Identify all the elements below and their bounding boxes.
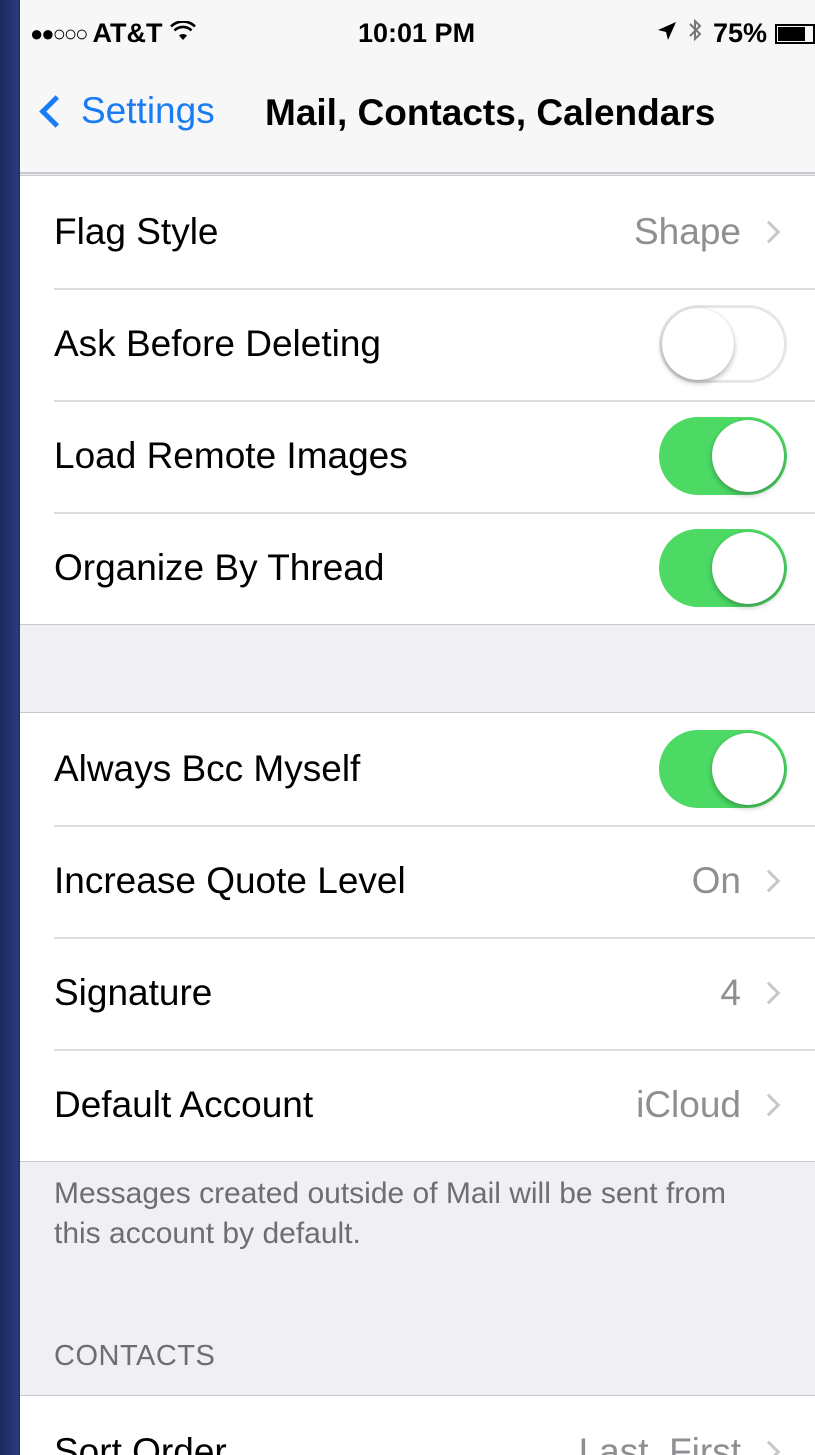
status-left: ●●○○○ AT&T bbox=[30, 18, 197, 49]
row-value: On bbox=[691, 860, 741, 901]
row-increase-quote-level[interactable]: Increase Quote Level On bbox=[20, 825, 815, 937]
status-bar: ●●○○○ AT&T 10:01 PM 75% bbox=[20, 0, 815, 70]
chevron-right-icon bbox=[757, 869, 781, 893]
row-organize-by-thread: Organize By Thread bbox=[20, 512, 815, 624]
ask-before-deleting-toggle[interactable] bbox=[659, 305, 787, 383]
page-title: Mail, Contacts, Calendars bbox=[265, 92, 716, 133]
back-button[interactable]: Settings bbox=[36, 90, 215, 132]
bluetooth-icon bbox=[687, 18, 703, 49]
chevron-right-icon bbox=[757, 220, 781, 244]
row-label: Always Bcc Myself bbox=[54, 748, 361, 789]
row-label: Signature bbox=[54, 972, 213, 1013]
location-arrow-icon bbox=[657, 20, 677, 48]
row-label: Flag Style bbox=[54, 211, 219, 252]
row-value: iCloud bbox=[636, 1084, 741, 1125]
signal-strength-icon: ●●○○○ bbox=[30, 20, 88, 46]
default-account-footer-note: Messages created outside of Mail will be… bbox=[54, 1177, 726, 1250]
row-value: Shape bbox=[634, 211, 741, 252]
row-label: Sort Order bbox=[54, 1431, 227, 1455]
toggle-knob bbox=[662, 308, 734, 380]
row-load-remote-images: Load Remote Images bbox=[20, 400, 815, 512]
row-label: Ask Before Deleting bbox=[54, 323, 382, 364]
row-always-bcc-myself: Always Bcc Myself bbox=[20, 713, 815, 825]
toggle-knob bbox=[712, 420, 784, 492]
row-label: Increase Quote Level bbox=[54, 860, 406, 901]
chevron-right-icon bbox=[757, 1093, 781, 1117]
row-value: 4 bbox=[720, 972, 741, 1013]
wifi-icon bbox=[170, 19, 197, 47]
device-frame: ●●○○○ AT&T 10:01 PM 75% Settings Mail, C… bbox=[0, 0, 815, 1455]
compose-settings-group: Always Bcc Myself Increase Quote Level O… bbox=[20, 712, 815, 1162]
navigation-bar: Settings Mail, Contacts, Calendars bbox=[20, 70, 815, 174]
screen: ●●○○○ AT&T 10:01 PM 75% Settings Mail, C… bbox=[20, 0, 815, 1455]
row-signature[interactable]: Signature 4 bbox=[20, 937, 815, 1049]
row-label: Load Remote Images bbox=[54, 435, 408, 476]
back-button-label: Settings bbox=[81, 90, 215, 131]
status-time: 10:01 PM bbox=[358, 18, 476, 48]
row-label: Organize By Thread bbox=[54, 547, 385, 588]
row-default-account[interactable]: Default Account iCloud bbox=[20, 1049, 815, 1161]
mail-settings-group: Flag Style Shape Ask Before Deleting Loa… bbox=[20, 175, 815, 625]
contacts-section-header: CONTACTS bbox=[54, 1340, 216, 1372]
chevron-right-icon bbox=[757, 1440, 781, 1455]
status-right: 75% bbox=[657, 18, 815, 49]
battery-percent: 75% bbox=[712, 18, 767, 48]
battery-icon bbox=[775, 23, 815, 44]
carrier-name: AT&T bbox=[92, 18, 163, 48]
load-remote-images-toggle[interactable] bbox=[659, 417, 787, 495]
always-bcc-myself-toggle[interactable] bbox=[659, 730, 787, 808]
chevron-left-icon bbox=[39, 94, 72, 128]
toggle-knob bbox=[712, 733, 784, 805]
row-sort-order[interactable]: Sort Order Last, First bbox=[20, 1396, 815, 1455]
chevron-right-icon bbox=[757, 981, 781, 1005]
row-label: Default Account bbox=[54, 1084, 314, 1125]
contacts-settings-group: Sort Order Last, First bbox=[20, 1395, 815, 1455]
row-flag-style[interactable]: Flag Style Shape bbox=[20, 176, 815, 288]
row-value: Last, First bbox=[578, 1431, 741, 1455]
row-ask-before-deleting: Ask Before Deleting bbox=[20, 288, 815, 400]
toggle-knob bbox=[712, 532, 784, 604]
organize-by-thread-toggle[interactable] bbox=[659, 529, 787, 607]
